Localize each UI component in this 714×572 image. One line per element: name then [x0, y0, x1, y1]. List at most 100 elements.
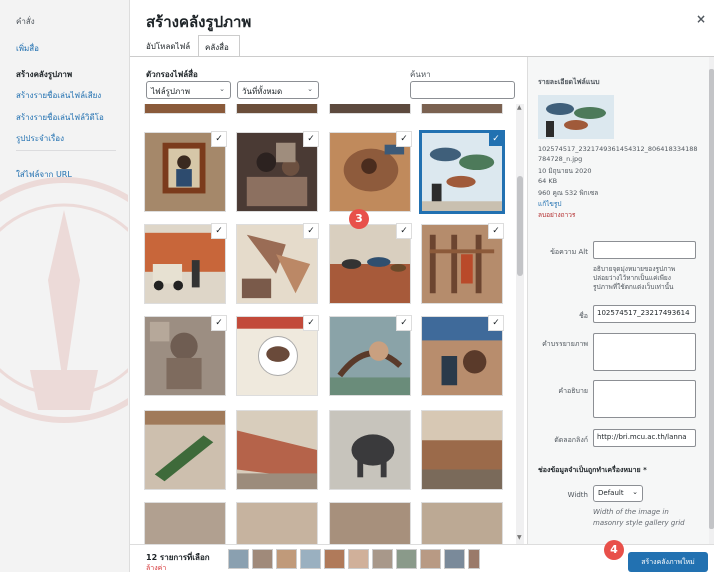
attachment-thumbnail[interactable]: [144, 104, 226, 114]
attachment-thumbnail[interactable]: [421, 104, 503, 114]
check-icon[interactable]: ✓: [304, 224, 318, 238]
chevron-down-icon: ⌄: [219, 85, 225, 93]
selected-thumbnail[interactable]: [324, 549, 345, 569]
check-icon[interactable]: ✓: [212, 132, 226, 146]
grid-scrollbar[interactable]: ▲ ▼: [516, 104, 524, 544]
selected-thumbnail[interactable]: [420, 549, 441, 569]
width-select[interactable]: Default ⌄: [593, 485, 643, 502]
width-help: Width of the image in: [593, 508, 669, 516]
delete-permanently-link[interactable]: ลบอย่างถาวร: [538, 210, 575, 220]
selected-thumbnail[interactable]: [396, 549, 417, 569]
check-icon[interactable]: ✓: [212, 224, 226, 238]
sidebar-item-create-gallery[interactable]: สร้างคลังรูปภาพ: [16, 68, 72, 81]
step-badge: 3: [349, 209, 369, 229]
attachment-thumbnail[interactable]: [421, 502, 503, 544]
width-help-2: masonry style gallery grid: [593, 519, 685, 527]
scroll-up-icon[interactable]: ▲: [517, 104, 522, 111]
attachment-thumbnail[interactable]: [236, 410, 318, 490]
attachment-thumbnail[interactable]: ✓: [329, 132, 411, 212]
media-type-select[interactable]: ไฟล์รูปภาพ ⌄: [146, 81, 231, 99]
attachment-thumbnail[interactable]: [236, 502, 318, 544]
details-size: 64 KB: [538, 177, 558, 185]
caption-label: คำบรรยายภาพ: [542, 340, 588, 348]
details-date: 10 มิถุนายน 2020: [538, 167, 592, 175]
attachment-thumbnail[interactable]: [236, 104, 318, 114]
attachment-thumbnail[interactable]: [329, 104, 411, 114]
check-icon[interactable]: ✓: [212, 316, 226, 330]
media-menu-sidebar: คำสั่ง เพิ่มสื่อ สร้างคลังรูปภาพ สร้างรา…: [0, 0, 130, 572]
alt-text-input[interactable]: [593, 241, 696, 259]
check-icon[interactable]: ✓: [489, 224, 503, 238]
sidebar-item-insert-media[interactable]: เพิ่มสื่อ: [16, 42, 39, 55]
date-filter-select-value: วันที่ทั้งหมด: [242, 87, 283, 96]
attachment-thumbnail-selected[interactable]: ✓: [419, 130, 505, 214]
attachment-thumbnail[interactable]: [144, 502, 226, 544]
clear-selection-link[interactable]: ล้างค่า: [146, 563, 166, 572]
details-scrollbar[interactable]: [709, 57, 714, 544]
caption-textarea[interactable]: [593, 333, 696, 371]
attachment-thumbnail[interactable]: ✓: [421, 316, 503, 396]
sidebar-separator: [16, 150, 116, 151]
attachment-thumbnail[interactable]: [329, 410, 411, 490]
attachment-thumbnail[interactable]: ✓: [144, 316, 226, 396]
close-icon[interactable]: ×: [696, 12, 706, 26]
attachments-grid: ✓ ✓ ✓ ✓ ✓ ✓ ✓ ✓ ✓ ✓ ✓ ✓: [130, 104, 515, 544]
selected-thumbnail[interactable]: [348, 549, 369, 569]
attachment-thumbnail[interactable]: ✓: [144, 132, 226, 212]
search-label: ค้นหา: [410, 70, 431, 79]
selected-thumbnail[interactable]: [300, 549, 321, 569]
tab-media-library[interactable]: คลังสื่อ: [198, 35, 240, 57]
attachment-thumbnail[interactable]: [144, 410, 226, 490]
attachment-thumbnail[interactable]: [421, 410, 503, 490]
selected-thumbnail[interactable]: [228, 549, 249, 569]
date-filter-select[interactable]: วันที่ทั้งหมด ⌄: [237, 81, 319, 99]
watermark-seal: [0, 177, 128, 423]
details-filename-cont: 784728_n.jpg: [538, 155, 583, 163]
file-url-input[interactable]: http://bri.mcu.ac.th/lanna: [593, 429, 696, 447]
media-modal: คำสั่ง เพิ่มสื่อ สร้างคลังรูปภาพ สร้างรา…: [0, 0, 714, 572]
sidebar-item-video-playlist[interactable]: สร้างรายชื่อเล่นไฟล์วิดีโอ: [16, 111, 104, 124]
check-icon[interactable]: ✓: [489, 132, 503, 146]
selected-thumbnail[interactable]: [276, 549, 297, 569]
selected-thumbnail[interactable]: [444, 549, 465, 569]
alt-help-link[interactable]: อธิบายจุดมุ่งหมายของรูปภาพ: [593, 265, 675, 274]
width-select-value: Default: [598, 489, 624, 497]
description-textarea[interactable]: [593, 380, 696, 418]
check-icon[interactable]: ✓: [489, 316, 503, 330]
grid-scrollbar-thumb[interactable]: [517, 176, 523, 276]
attachment-thumbnail[interactable]: ✓: [421, 224, 503, 304]
width-label: Width: [567, 491, 588, 499]
attachment-thumbnail[interactable]: ✓: [236, 224, 318, 304]
attachment-thumbnail[interactable]: ✓: [329, 316, 411, 396]
sidebar-item-featured-image[interactable]: รูปประจำเรื่อง: [16, 132, 64, 145]
alt-help-text-2: รูปภาพที่ใช้ตกแต่งเว็บเท่านั้น: [593, 283, 674, 291]
description-label: คำอธิบาย: [558, 387, 588, 395]
media-type-select-value: ไฟล์รูปภาพ: [151, 87, 191, 96]
selected-thumbnail[interactable]: [372, 549, 393, 569]
selected-thumbnail[interactable]: [252, 549, 273, 569]
tab-upload-files[interactable]: อัปโหลดไฟล์: [146, 40, 190, 53]
title-input[interactable]: 102574517_23217493614: [593, 305, 696, 323]
attachment-thumbnail[interactable]: ✓: [144, 224, 226, 304]
details-dimensions: 960 คูณ 532 พิกเซล: [538, 189, 599, 197]
selected-thumbnail[interactable]: [468, 549, 480, 569]
create-gallery-button[interactable]: สร้างคลังภาพใหม่: [628, 552, 708, 572]
scroll-down-icon[interactable]: ▼: [517, 534, 522, 541]
sidebar-title: คำสั่ง: [16, 17, 35, 26]
attachment-thumbnail[interactable]: ✓: [329, 224, 411, 304]
details-filename: 102574517_2321749361454312_806418334188: [538, 145, 698, 153]
attachment-thumbnail[interactable]: ✓: [236, 316, 318, 396]
attachment-thumbnail[interactable]: ✓: [236, 132, 318, 212]
page-title: สร้างคลังรูปภาพ: [146, 13, 252, 31]
check-icon[interactable]: ✓: [397, 132, 411, 146]
check-icon[interactable]: ✓: [304, 316, 318, 330]
check-icon[interactable]: ✓: [304, 132, 318, 146]
check-icon[interactable]: ✓: [397, 224, 411, 238]
attachment-thumbnail[interactable]: [329, 502, 411, 544]
check-icon[interactable]: ✓: [397, 316, 411, 330]
sidebar-item-insert-from-url[interactable]: ใส่ไฟล์จาก URL: [16, 168, 72, 181]
search-input[interactable]: [410, 81, 515, 99]
edit-image-link[interactable]: แก้ไขรูป: [538, 199, 561, 209]
details-scrollbar-thumb[interactable]: [709, 69, 714, 529]
sidebar-item-audio-playlist[interactable]: สร้างรายชื่อเล่นไฟล์เสียง: [16, 89, 101, 102]
